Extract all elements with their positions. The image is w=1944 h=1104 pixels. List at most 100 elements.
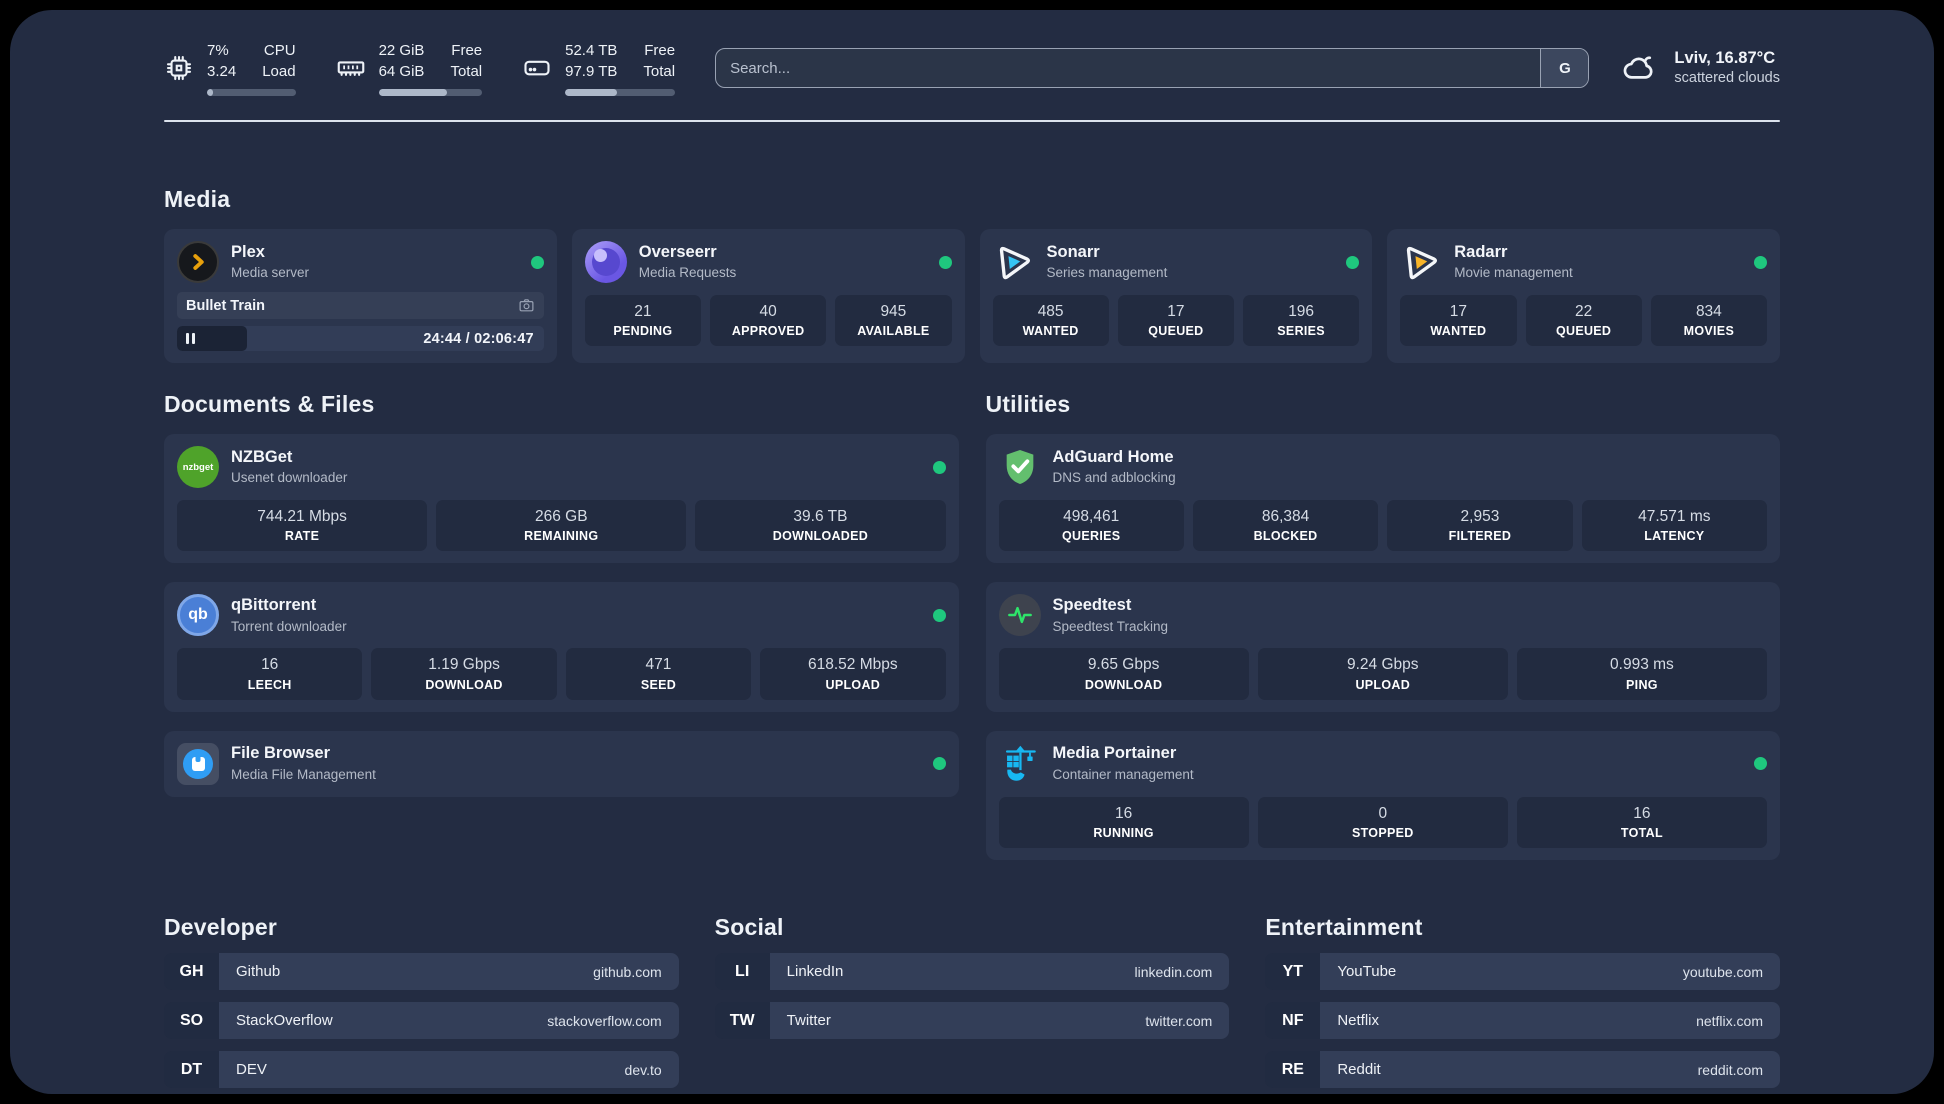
app-name: Overseerr [638,242,717,261]
stat-download: 1.19 Gbps DOWNLOAD [371,648,557,700]
utilities-column: Utilities AdGuard Home DNS and adblockin… [985,391,1780,861]
weather-widget[interactable]: Lviv, 16.87°C scattered clouds [1617,48,1780,88]
bookmark-twitter[interactable]: TW Twitter twitter.com [714,1002,1230,1040]
section-title-social: Social [714,914,784,941]
app-card-qbittorrent[interactable]: qb qBittorrent Torrent downloader 16 LEEC… [164,582,959,712]
section-title-entertainment: Entertainment [1265,914,1423,941]
disk-total-label: Total [643,63,676,80]
bookmark-reddit[interactable]: RE Reddit reddit.com [1265,1051,1780,1089]
app-card-filebrowser[interactable]: File Browser Media File Management [164,730,959,797]
stat-remaining: 266 GB REMAINING [436,500,687,552]
cpu-stat-widget: 7% 3.24 CPU Load [164,40,296,96]
dashboard-window: 7% 3.24 CPU Load 22 GiB 64 GiB Free Tota… [10,10,1934,1094]
bookmark-youtube[interactable]: YT YouTube youtube.com [1265,953,1780,991]
stat-ping: 0.993 ms PING [1516,648,1768,700]
stat-wanted: 485 WANTED [992,295,1109,347]
status-online-dot [1754,757,1767,771]
bookmark-url: linkedin.com [1134,963,1213,980]
ram-stat-widget: 22 GiB 64 GiB Free Total [336,40,483,96]
bookmark-name: LinkedIn [786,963,844,981]
ram-total-label: Total [450,63,483,80]
disk-free-label: Free [644,42,676,59]
bookmark-name: DEV [236,1061,267,1079]
bookmark-abbr: YT [1265,953,1321,991]
bookmark-abbr: SO [164,1002,219,1040]
bookmark-dev[interactable]: DT DEV dev.to [164,1051,679,1089]
stat-running: 16 RUNNING [998,796,1249,849]
now-playing-row: Bullet Train [177,292,544,319]
app-card-plex[interactable]: Plex Media server Bullet Train 24:44 / 0… [164,229,557,363]
bookmark-name: Netflix [1337,1012,1380,1030]
bookmark-linkedin[interactable]: LI LinkedIn linkedin.com [714,953,1230,991]
bookmark-abbr: NF [1265,1002,1321,1040]
bookmark-url: twitter.com [1145,1012,1213,1029]
app-name: File Browser [231,744,331,763]
playback-time: 24:44 / 02:06:47 [423,330,534,347]
ram-free-value: 22 GiB [378,42,425,59]
section-title-documents: Documents & Files [164,391,375,417]
stat-approved: 40 APPROVED [710,295,827,347]
topbar: 7% 3.24 CPU Load 22 GiB 64 GiB Free Tota… [164,40,1780,96]
app-card-speedtest[interactable]: Speedtest Speedtest Tracking 9.65 Gbps DO… [985,582,1780,712]
app-description: Media Requests [638,265,737,281]
disk-stat-widget: 52.4 TB 97.9 TB Free Total [522,40,676,96]
cpu-usage-value: 7% [207,42,229,59]
bookmark-abbr: GH [164,953,219,991]
weather-location: Lviv, 16.87°C [1674,48,1776,67]
filebrowser-icon [177,742,219,785]
stat-queued: 22 QUEUED [1525,295,1642,347]
cloud-icon [1624,56,1653,79]
stat-rate: 744.21 Mbps RATE [177,500,428,552]
section-title-developer: Developer [164,914,278,941]
stat-movies: 834 MOVIES [1650,295,1767,347]
status-online-dot [938,255,952,269]
search-input[interactable] [716,49,1541,87]
stat-latency: 47.571 ms LATENCY [1581,500,1767,552]
search-engine-button[interactable]: G [1540,49,1589,87]
bookmark-github[interactable]: GH Github github.com [164,953,679,991]
stat-upload: 9.24 Gbps UPLOAD [1257,648,1508,700]
stat-blocked: 86,384 BLOCKED [1192,500,1379,552]
app-card-adguard[interactable]: AdGuard Home DNS and adblocking 498,461 Q… [985,434,1780,564]
bookmark-netflix[interactable]: NF Netflix netflix.com [1265,1002,1780,1040]
bookmark-url: reddit.com [1697,1061,1763,1078]
bookmark-url: youtube.com [1682,963,1763,980]
stat-stopped: 0 STOPPED [1257,796,1508,849]
status-online-dot [530,255,544,269]
cpu-progress-track [207,89,296,96]
status-online-dot [1346,255,1360,269]
cpu-load-value: 3.24 [207,63,237,80]
media-grid: Plex Media server Bullet Train 24:44 / 0… [164,229,1780,363]
app-card-overseerr[interactable]: Overseerr Media Requests 21 PENDING 40 APP… [571,229,965,363]
bookmark-abbr: TW [714,1002,770,1040]
stat-filtered: 2,953 FILTERED [1387,500,1573,552]
ram-progress-fill [378,89,447,96]
cpu-progress-fill [207,89,214,96]
status-online-dot [932,608,946,622]
section-title-utilities: Utilities [985,391,1071,417]
bookmark-name: Reddit [1337,1061,1381,1079]
app-name: qBittorrent [231,595,317,614]
app-card-radarr[interactable]: Radarr Movie management 17 WANTED 22 QUEUE… [1387,229,1780,363]
ram-progress-track [378,89,483,96]
bookmark-name: Github [236,963,281,981]
overseerr-icon [584,241,627,283]
bookmark-url: dev.to [624,1061,662,1078]
app-description: Media File Management [231,767,376,783]
disk-progress-track [565,89,676,96]
weather-condition: scattered clouds [1674,70,1780,87]
bookmark-stackoverflow[interactable]: SO StackOverflow stackoverflow.com [164,1002,679,1040]
bookmark-url: netflix.com [1696,1012,1763,1029]
stat-seed: 471 SEED [565,648,752,700]
app-card-portainer[interactable]: Media Portainer Container management 16 R… [985,730,1780,861]
app-card-sonarr[interactable]: Sonarr Series management 485 WANTED 17 QUE… [979,229,1373,363]
bookmark-abbr: DT [164,1051,219,1089]
pause-button[interactable] [186,333,195,344]
stat-series: 196 SERIES [1243,295,1360,347]
now-playing-title: Bullet Train [186,297,265,314]
status-online-dot [1754,255,1767,269]
app-card-nzbget[interactable]: nzbget NZBGet Usenet downloader 744.21 M… [164,434,959,564]
camera-icon[interactable] [518,297,535,314]
disk-free-value: 52.4 TB [565,42,618,59]
stat-wanted: 17 WANTED [1400,295,1517,347]
